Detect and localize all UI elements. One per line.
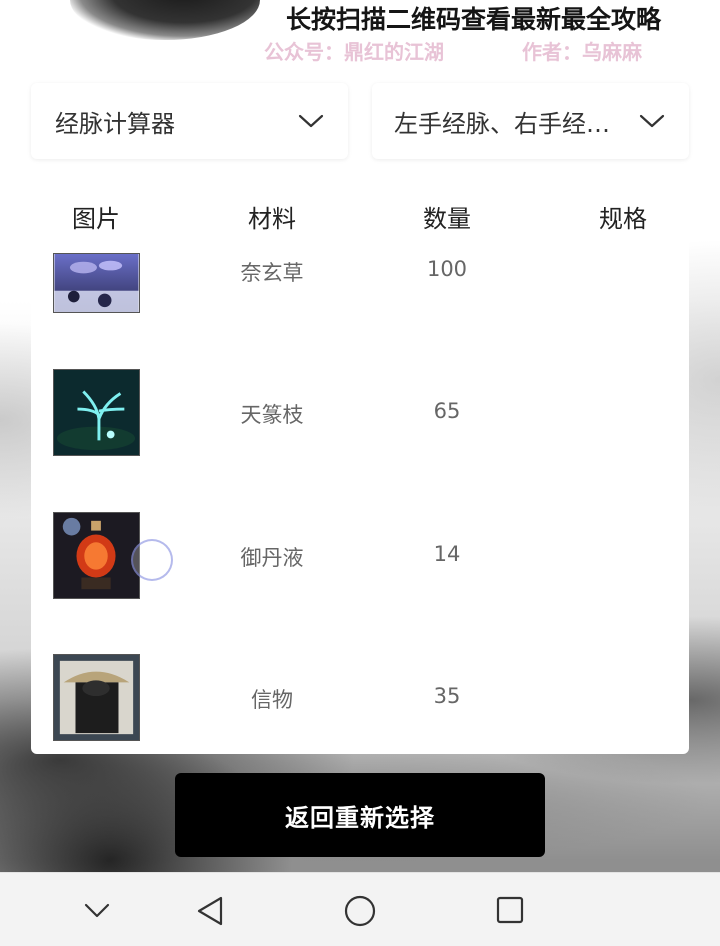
- header-image: 图片: [72, 205, 120, 233]
- header-quantity: 数量: [423, 205, 471, 233]
- chevron-down-icon[interactable]: [84, 903, 110, 919]
- herb-image: [53, 253, 140, 313]
- reselect-button[interactable]: 返回重新选择: [175, 773, 545, 857]
- material-qty: 14: [433, 542, 461, 566]
- header-spec: 规格: [599, 205, 647, 233]
- home-circle-icon[interactable]: [343, 894, 377, 928]
- table-row: 天篆枝 65: [31, 369, 689, 459]
- system-navigation-bar: [0, 872, 720, 946]
- materials-table: 图片 材料 数量 规格 奈玄草 100 天篆枝 65 御丹液 14 信物 35: [31, 179, 689, 754]
- material-qty: 65: [433, 399, 461, 423]
- tree-branch-image: [53, 369, 140, 456]
- recents-square-icon[interactable]: [495, 895, 525, 925]
- material-name: 奈玄草: [240, 261, 304, 285]
- floating-assistive-touch[interactable]: [131, 539, 173, 581]
- promo-banner: 长按扫描二维码查看最新最全攻略 公众号：鼎红的江湖 作者：乌麻麻: [0, 0, 720, 70]
- chevron-down-icon: [298, 114, 324, 128]
- material-name: 御丹液: [240, 546, 304, 570]
- calculator-select[interactable]: 经脉计算器: [31, 83, 348, 159]
- banner-title: 长按扫描二维码查看最新最全攻略: [286, 5, 662, 34]
- elixir-bottle-image: [53, 512, 140, 599]
- material-name: 信物: [251, 688, 293, 712]
- ink-brush-decoration: [70, 0, 260, 40]
- material-qty: 35: [433, 684, 461, 708]
- author-text: 作者：乌麻麻: [522, 40, 642, 64]
- table-header: 图片 材料 数量 规格: [31, 199, 689, 233]
- header-material: 材料: [248, 205, 296, 233]
- material-name: 天篆枝: [240, 403, 304, 427]
- table-row: 御丹液 14: [31, 512, 689, 602]
- calculator-select-value: 经脉计算器: [55, 109, 175, 138]
- chevron-down-icon: [639, 114, 665, 128]
- official-account-text: 公众号：鼎红的江湖: [264, 40, 444, 64]
- meridian-select-value: 左手经脉、右手经…: [394, 109, 610, 138]
- table-row: 奈玄草 100: [31, 253, 689, 343]
- material-qty: 100: [426, 257, 468, 281]
- meridian-select[interactable]: 左手经脉、右手经…: [372, 83, 689, 159]
- token-figure-image: [53, 654, 140, 741]
- table-row: 信物 35: [31, 654, 689, 744]
- back-triangle-icon[interactable]: [196, 895, 224, 927]
